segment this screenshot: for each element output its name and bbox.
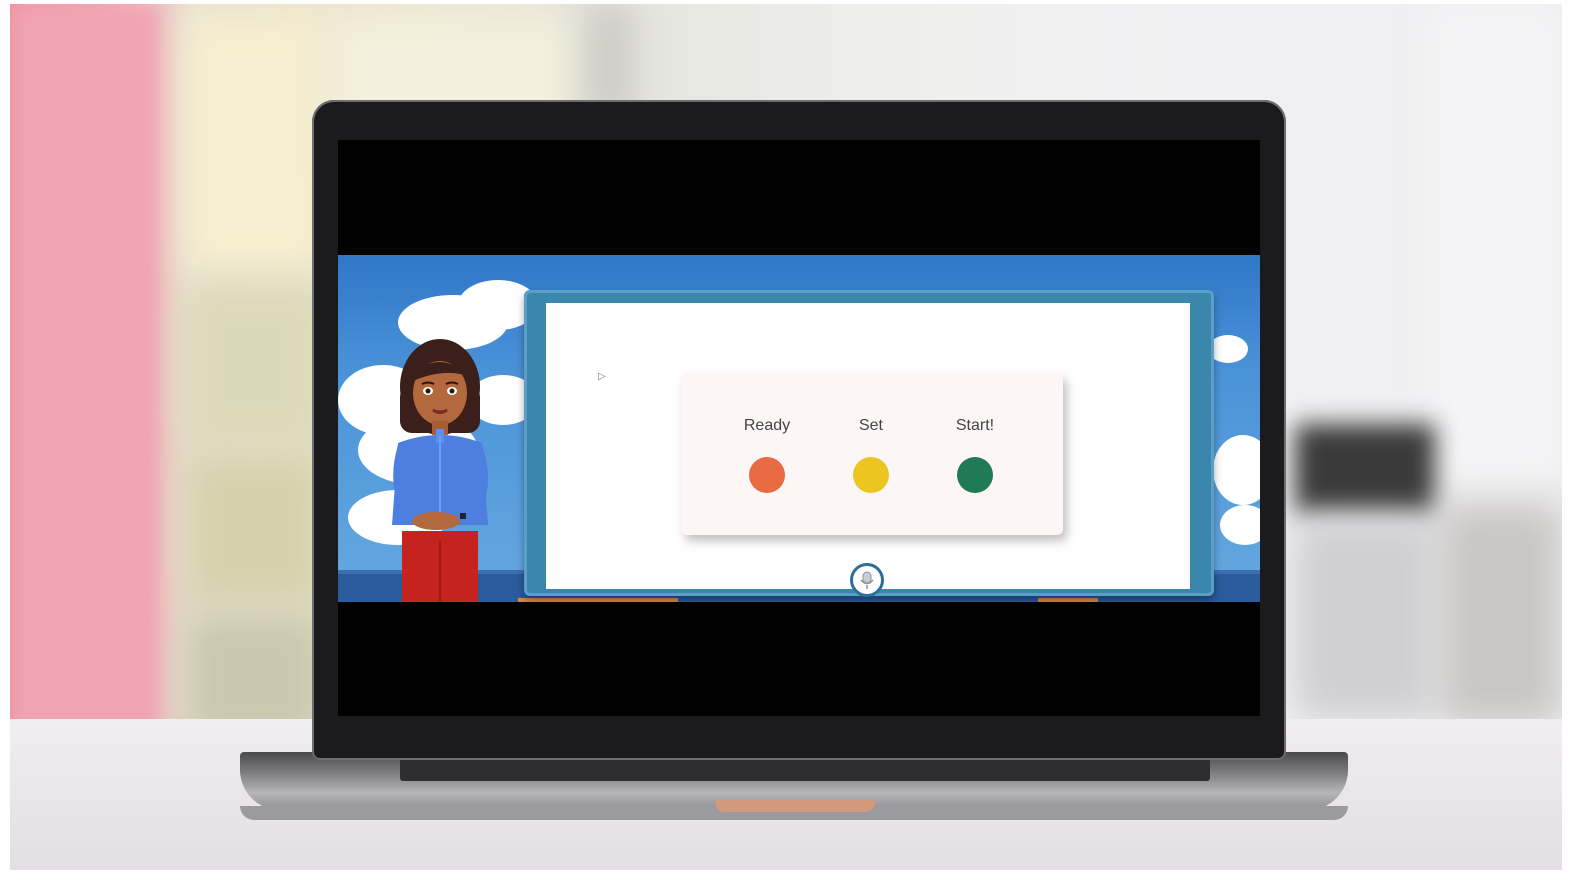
step-start-label: Start!: [955, 417, 995, 434]
step-set: Set: [831, 417, 911, 493]
cloud: [1213, 435, 1260, 505]
background-cabinet: [1295, 424, 1435, 514]
step-ready-label: Ready: [743, 417, 791, 434]
background-cabinet: [1295, 519, 1435, 719]
background-wall: [1430, 4, 1562, 484]
start-light-indicator: [957, 457, 993, 493]
desk-edge: [1038, 598, 1098, 602]
cloud: [1220, 505, 1260, 545]
laptop-keyboard: [400, 757, 1210, 781]
cloud: [1208, 335, 1248, 363]
whiteboard: ▷ Ready Set Start!: [546, 303, 1190, 589]
step-ready: Ready: [727, 417, 807, 493]
step-set-label: Set: [858, 417, 883, 434]
background-shelf: [185, 454, 325, 604]
desk-edge: [518, 598, 678, 602]
presenter-avatar: [392, 339, 489, 602]
laptop-screen: ▷ Ready Set Start!: [338, 140, 1260, 716]
microphone-button[interactable]: [850, 563, 884, 597]
lesson-video[interactable]: ▷ Ready Set Start!: [338, 255, 1260, 602]
laptop-notch: [715, 800, 875, 812]
mouse-cursor-icon: ▷: [598, 371, 606, 382]
background-shelf: [185, 284, 325, 444]
background-window: [185, 14, 325, 274]
ready-light-indicator: [749, 457, 785, 493]
microphone-icon: [860, 571, 874, 589]
step-start: Start!: [935, 417, 1015, 493]
ready-set-start-card: Ready Set Start!: [681, 373, 1063, 535]
background-cabinet: [1440, 504, 1562, 724]
set-light-indicator: [853, 457, 889, 493]
pink-wall: [10, 4, 160, 764]
